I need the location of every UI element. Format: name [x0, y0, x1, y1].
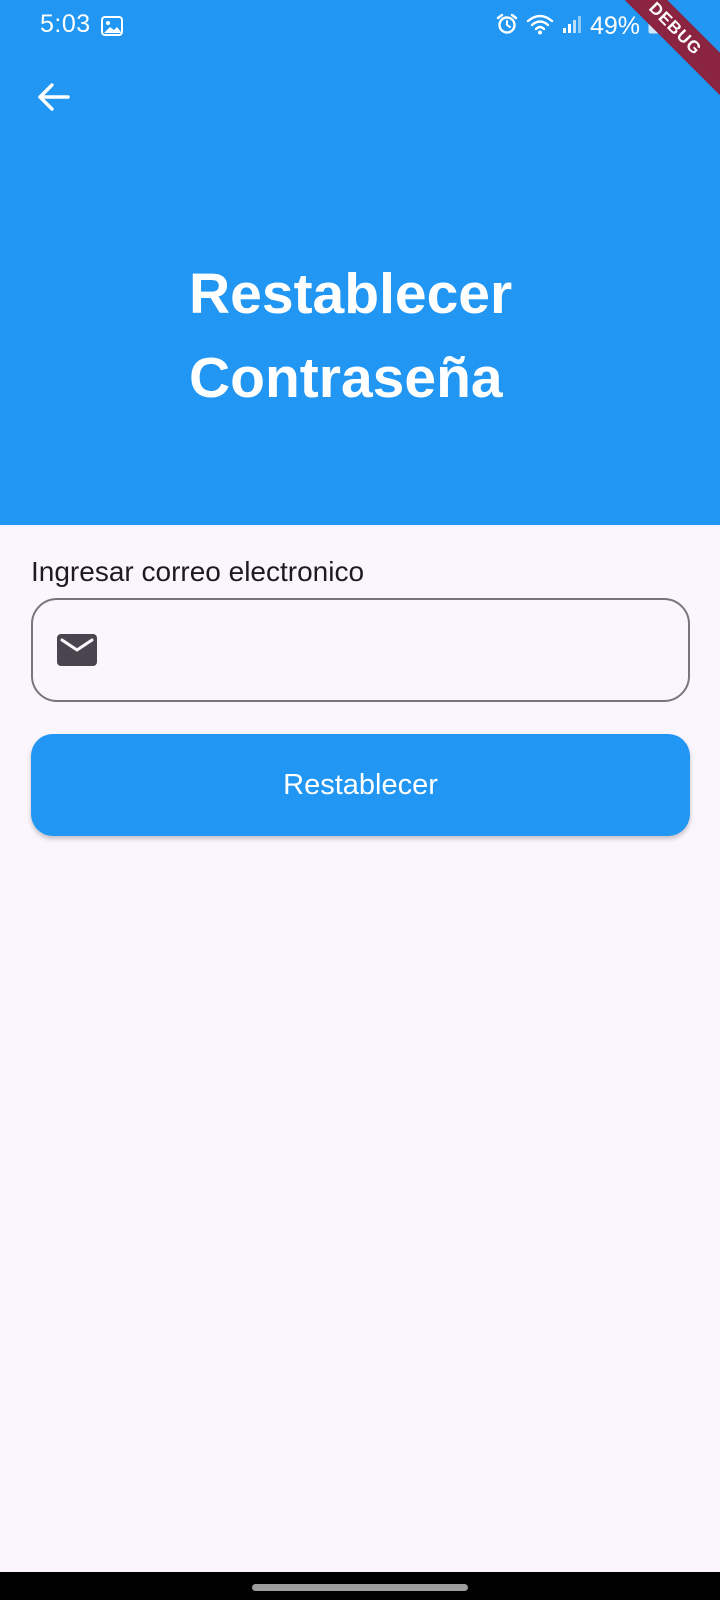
system-nav-bar — [0, 1572, 720, 1600]
back-button[interactable] — [30, 76, 76, 122]
reset-password-screen: 5:03 49% DEBUG Restablecer Contraseña In… — [0, 0, 720, 1600]
gallery-icon — [101, 16, 123, 36]
alarm-icon — [496, 13, 518, 40]
home-gesture-handle[interactable] — [252, 1584, 468, 1591]
status-icons: 49% — [496, 10, 660, 42]
wifi-icon — [526, 13, 554, 40]
battery-text: 49% — [589, 12, 640, 40]
signal-icon — [562, 14, 582, 39]
arrow-back-icon — [36, 82, 70, 117]
status-bar: 5:03 49% — [0, 0, 720, 52]
email-label: Ingresar correo electronico — [31, 556, 365, 587]
email-input[interactable] — [123, 600, 673, 700]
email-field[interactable] — [31, 598, 690, 702]
page-title: Restablecer Contraseña — [189, 262, 513, 410]
reset-button[interactable]: Restablecer — [31, 734, 690, 836]
mail-icon — [57, 634, 97, 666]
status-time: 5:03 — [40, 10, 91, 38]
app-header: 5:03 49% DEBUG Restablecer Contraseña — [0, 0, 720, 525]
